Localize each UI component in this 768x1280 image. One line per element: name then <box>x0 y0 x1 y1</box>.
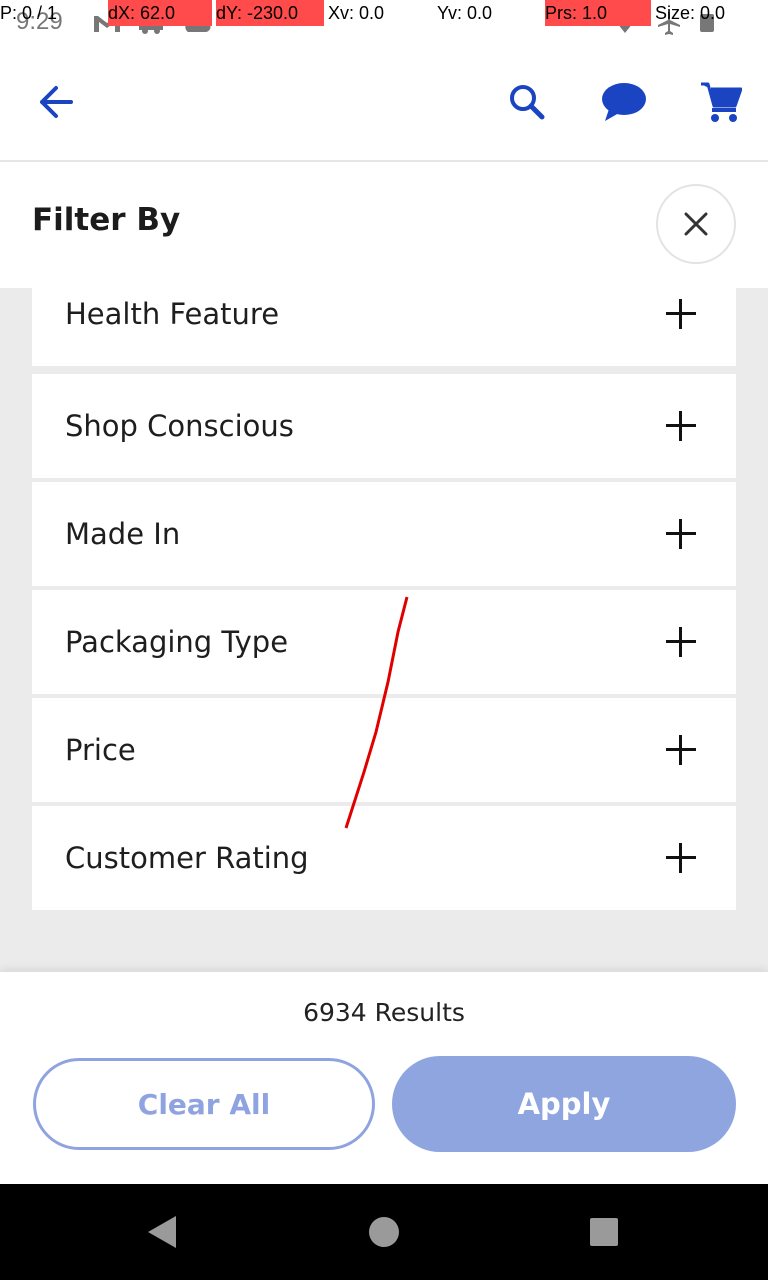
close-filter-button[interactable] <box>656 184 736 264</box>
debug-xv: Xv: 0.0 <box>328 3 385 23</box>
filter-item-label: Shop Conscious <box>65 409 294 443</box>
top-app-bar <box>0 44 768 162</box>
filter-item-health-feature[interactable]: Health Feature <box>32 288 736 366</box>
back-button[interactable] <box>16 44 96 160</box>
plus-icon <box>666 627 696 657</box>
filter-title: Filter By <box>32 202 181 238</box>
debug-pointer-count: P: 0 / 1 <box>0 3 58 23</box>
plus-icon <box>666 735 696 765</box>
close-icon <box>684 212 708 236</box>
chat-icon <box>602 83 646 121</box>
back-triangle-icon <box>148 1216 176 1248</box>
nav-home-button[interactable] <box>336 1184 432 1280</box>
filter-item-label: Health Feature <box>65 297 280 331</box>
search-button[interactable] <box>487 44 567 160</box>
debug-pressure: Prs: 1.0 <box>545 0 651 26</box>
nav-back-button[interactable] <box>114 1184 210 1280</box>
cart-button[interactable] <box>681 44 761 160</box>
filter-header: Filter By <box>0 162 768 288</box>
system-nav-bar <box>0 1184 768 1280</box>
filter-item-made-in[interactable]: Made In <box>32 482 736 586</box>
filter-item-label: Customer Rating <box>65 841 309 875</box>
filter-item-label: Made In <box>65 517 181 551</box>
touch-trace <box>344 596 409 829</box>
filter-item-label: Packaging Type <box>65 625 289 659</box>
chat-button[interactable] <box>584 44 664 160</box>
filter-footer: 6934 Results Clear All Apply <box>0 972 768 1184</box>
results-count: 6934 Results <box>303 998 465 1027</box>
debug-yv: Yv: 0.0 <box>437 3 493 23</box>
plus-icon <box>666 843 696 873</box>
debug-dy: dY: -230.0 <box>216 0 324 26</box>
plus-icon <box>666 299 696 329</box>
apply-button[interactable]: Apply <box>392 1056 736 1152</box>
filter-item-label: Price <box>65 733 136 767</box>
nav-recents-button[interactable] <box>556 1184 652 1280</box>
search-icon <box>510 85 545 120</box>
debug-size: Size: 0.0 <box>655 3 726 23</box>
filter-item-shop-conscious[interactable]: Shop Conscious <box>32 374 736 478</box>
debug-dx: dX: 62.0 <box>108 0 212 26</box>
clear-all-button[interactable]: Clear All <box>33 1058 375 1150</box>
cart-icon <box>701 82 742 122</box>
recents-square-icon <box>590 1218 618 1246</box>
home-circle-icon <box>369 1217 399 1247</box>
plus-icon <box>666 519 696 549</box>
plus-icon <box>666 411 696 441</box>
back-arrow-icon <box>40 86 73 118</box>
